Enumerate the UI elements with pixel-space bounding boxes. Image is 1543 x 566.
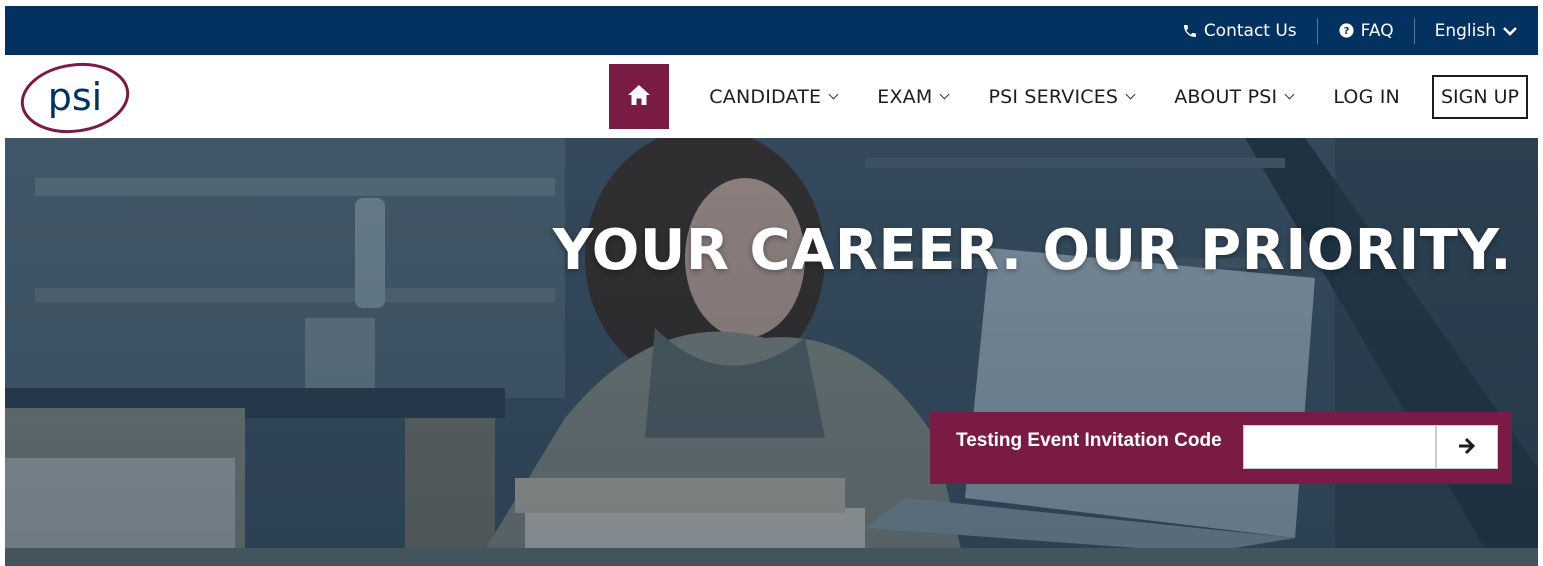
chevron-down-icon [1284,89,1295,100]
nav-exam-label: EXAM [877,85,933,108]
faq-label: FAQ [1360,20,1394,41]
invitation-code-input[interactable] [1243,425,1436,469]
invitation-code-panel: Testing Event Invitation Code [930,412,1512,484]
nav-menu: CANDIDATE EXAM PSI SERVICES ABOUT PSI LO… [609,55,1528,138]
sign-up-label: SIGN UP [1440,85,1519,108]
contact-us-link[interactable]: Contact Us [1162,18,1317,44]
chevron-down-icon [1502,25,1518,37]
nav-log-in[interactable]: LOG IN [1313,64,1420,129]
invitation-code-label: Testing Event Invitation Code [956,430,1222,451]
arrow-right-icon [1457,437,1477,458]
home-icon [627,84,651,110]
hero-headline: YOUR CAREER. OUR PRIORITY. [552,218,1512,283]
nav-log-in-label: LOG IN [1333,85,1400,108]
page: Contact Us ? FAQ English psi CANDIDATE E… [5,6,1538,566]
hero-background-image [5,138,1538,566]
faq-link[interactable]: ? FAQ [1316,17,1414,44]
chevron-down-icon [940,89,950,100]
invitation-code-submit-button[interactable] [1436,425,1498,469]
question-circle-icon: ? [1338,22,1355,39]
nav-psi-services[interactable]: PSI SERVICES [968,64,1154,129]
phone-icon [1182,23,1198,39]
nav-psi-services-label: PSI SERVICES [988,85,1119,108]
language-selector[interactable]: English [1413,17,1538,44]
nav-about-psi-label: ABOUT PSI [1174,85,1278,108]
nav-candidate[interactable]: CANDIDATE [689,64,857,129]
chevron-down-icon [828,89,839,100]
nav-candidate-label: CANDIDATE [709,85,822,108]
sign-up-button[interactable]: SIGN UP [1431,74,1528,119]
chevron-down-icon [1125,89,1136,100]
top-links: Contact Us ? FAQ English [1162,6,1538,55]
hero-banner: YOUR CAREER. OUR PRIORITY. Testing Event… [5,138,1538,566]
home-button[interactable] [609,64,670,129]
contact-us-label: Contact Us [1203,20,1297,41]
language-label: English [1434,20,1496,41]
nav-exam[interactable]: EXAM [857,64,968,129]
nav-about-psi[interactable]: ABOUT PSI [1154,64,1313,129]
svg-text:?: ? [1343,26,1349,37]
top-utility-bar: Contact Us ? FAQ English [5,6,1538,55]
main-navbar: psi CANDIDATE EXAM PSI SERVICES ABOUT PS… [5,55,1538,138]
logo-text: psi [48,75,102,119]
psi-logo[interactable]: psi [19,60,133,136]
